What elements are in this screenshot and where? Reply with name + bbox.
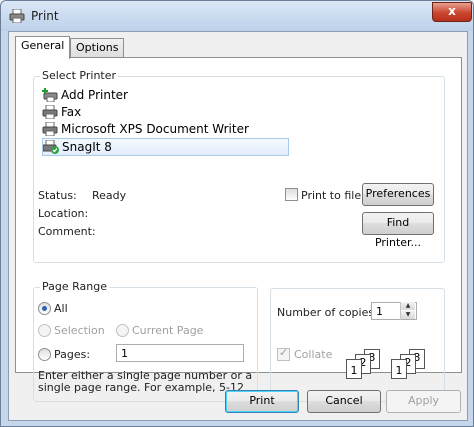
current-page-label: Current Page — [132, 324, 204, 337]
collate-label: Collate — [294, 348, 333, 361]
selection-radio[interactable] — [38, 324, 51, 337]
printer-name: Microsoft XPS Document Writer — [61, 122, 249, 136]
status-value: Ready — [92, 189, 127, 202]
printer-item-fax[interactable]: Fax — [42, 104, 202, 120]
pages-input[interactable]: 1 — [116, 344, 244, 362]
preferences-button[interactable]: Preferences — [362, 183, 434, 206]
page-range-hint: Enter either a single page number or a s… — [38, 369, 253, 394]
fax-printer-icon — [42, 105, 58, 119]
close-icon: x — [448, 4, 456, 18]
copies-spinner[interactable]: ▲ ▼ — [400, 302, 415, 320]
printer-name: Fax — [61, 105, 82, 119]
print-dialog: Print x General Options Select Printer A… — [0, 0, 474, 427]
title-bar: Print x — [1, 1, 473, 31]
all-pages-radio[interactable] — [38, 302, 51, 315]
tab-general[interactable]: General — [15, 36, 71, 59]
find-printer-button[interactable]: Find Printer... — [362, 212, 434, 249]
location-label: Location: — [38, 207, 89, 220]
spin-down-icon[interactable]: ▼ — [401, 311, 415, 319]
selection-label: Selection — [54, 324, 105, 337]
print-to-file-checkbox[interactable] — [285, 188, 298, 201]
printer-name: Add Printer — [61, 88, 128, 102]
select-printer-title: Select Printer — [40, 69, 119, 82]
page-range-group: Page Range All Selection Current Page Pa… — [33, 280, 258, 402]
printer-item-add-printer[interactable]: Add Printer — [42, 87, 202, 103]
collate-pages-icon: 3 2 1 — [345, 349, 391, 389]
print-button[interactable]: Print — [225, 390, 299, 413]
collate-checkbox[interactable] — [277, 346, 290, 361]
comment-label: Comment: — [38, 225, 96, 238]
cancel-button[interactable]: Cancel — [307, 390, 381, 413]
all-pages-label: All — [54, 302, 68, 315]
add-printer-icon — [42, 88, 58, 102]
status-label: Status: — [38, 189, 77, 202]
printer-name: SnagIt 8 — [62, 140, 112, 154]
printer-list[interactable]: Add Printer Fax Microsoft XPS Document W… — [39, 85, 443, 165]
pages-radio[interactable] — [38, 348, 51, 361]
select-printer-group: Select Printer Add Printer Fax Microsoft… — [33, 69, 445, 263]
apply-button[interactable]: Apply — [386, 390, 461, 413]
printer-icon — [42, 122, 58, 136]
dialog-body: General Options Select Printer Add Print… — [8, 31, 468, 421]
default-printer-icon — [43, 140, 59, 154]
collate-pages-icon: 3 2 1 — [390, 349, 436, 389]
close-button[interactable]: x — [432, 2, 472, 22]
general-tab-panel: Select Printer Add Printer Fax Microsoft… — [15, 57, 462, 402]
copies-group: Number of copies: 1 ▲ ▼ Collate 3 2 1 3 … — [270, 288, 445, 402]
current-page-radio[interactable] — [116, 324, 129, 337]
printer-item-xps[interactable]: Microsoft XPS Document Writer — [42, 121, 282, 137]
number-of-copies-label: Number of copies: — [277, 306, 378, 319]
tab-options[interactable]: Options — [70, 38, 125, 58]
page-range-title: Page Range — [40, 280, 109, 293]
spin-up-icon[interactable]: ▲ — [401, 302, 415, 310]
printer-item-snagit[interactable]: SnagIt 8 — [42, 138, 289, 156]
printer-icon — [9, 9, 25, 23]
print-to-file-label: Print to file — [301, 189, 362, 202]
window-title: Print — [31, 9, 59, 23]
pages-label: Pages: — [54, 348, 91, 361]
